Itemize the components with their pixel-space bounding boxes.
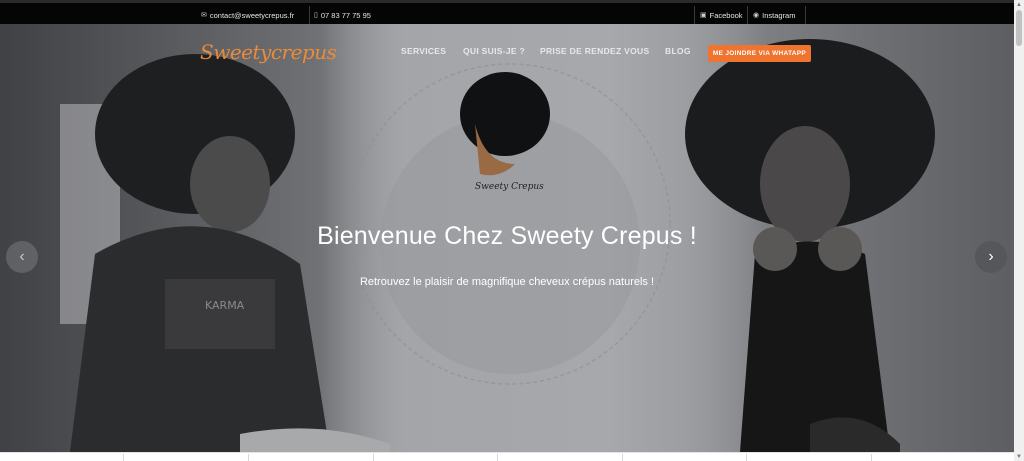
divider — [805, 6, 806, 24]
instagram-link[interactable]: ◉ Instagram — [753, 6, 795, 24]
email-link[interactable]: ✉ contact@sweetycrepus.fr — [201, 6, 294, 24]
hero-title: Bienvenue Chez Sweety Crepus ! — [317, 222, 697, 250]
scroll-up-icon[interactable]: ▲ — [1014, 0, 1024, 9]
nav-blog[interactable]: BLOG — [665, 46, 691, 56]
nav-appointment[interactable]: PRISE DE RENDEZ VOUS — [540, 46, 649, 56]
nav-services[interactable]: SERVICES — [401, 46, 446, 56]
phone-text: 07 83 77 75 95 — [320, 10, 371, 20]
chevron-left-icon: ‹ — [19, 248, 25, 265]
hero-subtitle: Retrouvez le plaisir de magnifique cheve… — [359, 276, 655, 288]
facebook-text: Facebook — [709, 10, 743, 20]
chevron-right-icon: › — [988, 248, 994, 265]
instagram-icon: ◉ — [753, 12, 760, 19]
divider — [309, 6, 310, 24]
nav-about[interactable]: QUI SUIS-JE ? — [463, 46, 525, 56]
slider-next-button[interactable]: › — [975, 241, 1007, 273]
facebook-link[interactable]: ▣ Facebook — [700, 6, 743, 24]
facebook-icon: ▣ — [700, 12, 707, 19]
next-section-edge — [0, 452, 1014, 461]
phone-icon: ▯ — [314, 12, 318, 19]
whatsapp-button[interactable]: ME JOINDRE VIA WHATAPP — [708, 45, 811, 62]
emblem-caption: Sweety Crepus — [475, 182, 544, 192]
scrollbar-thumb[interactable] — [1016, 10, 1022, 46]
slider-prev-button[interactable]: ‹ — [6, 241, 38, 273]
site-logo[interactable]: Sweetycrepus — [200, 40, 337, 64]
scroll-down-icon[interactable]: ▼ — [1014, 452, 1024, 461]
envelope-icon: ✉ — [201, 12, 207, 19]
top-contact-bar: ✉ contact@sweetycrepus.fr ▯ 07 83 77 75 … — [0, 0, 1014, 24]
hero-slider: KARMA Sweety Crepus Sweetycrepus SERVICE… — [0, 24, 1014, 452]
instagram-text: Instagram — [762, 10, 796, 20]
svg-text:KARMA: KARMA — [205, 299, 245, 312]
email-text: contact@sweetycrepus.fr — [209, 10, 295, 20]
divider — [747, 6, 748, 24]
divider — [694, 6, 695, 24]
phone-link[interactable]: ▯ 07 83 77 75 95 — [314, 6, 371, 24]
page-scrollbar[interactable]: ▲ ▼ — [1014, 0, 1024, 461]
